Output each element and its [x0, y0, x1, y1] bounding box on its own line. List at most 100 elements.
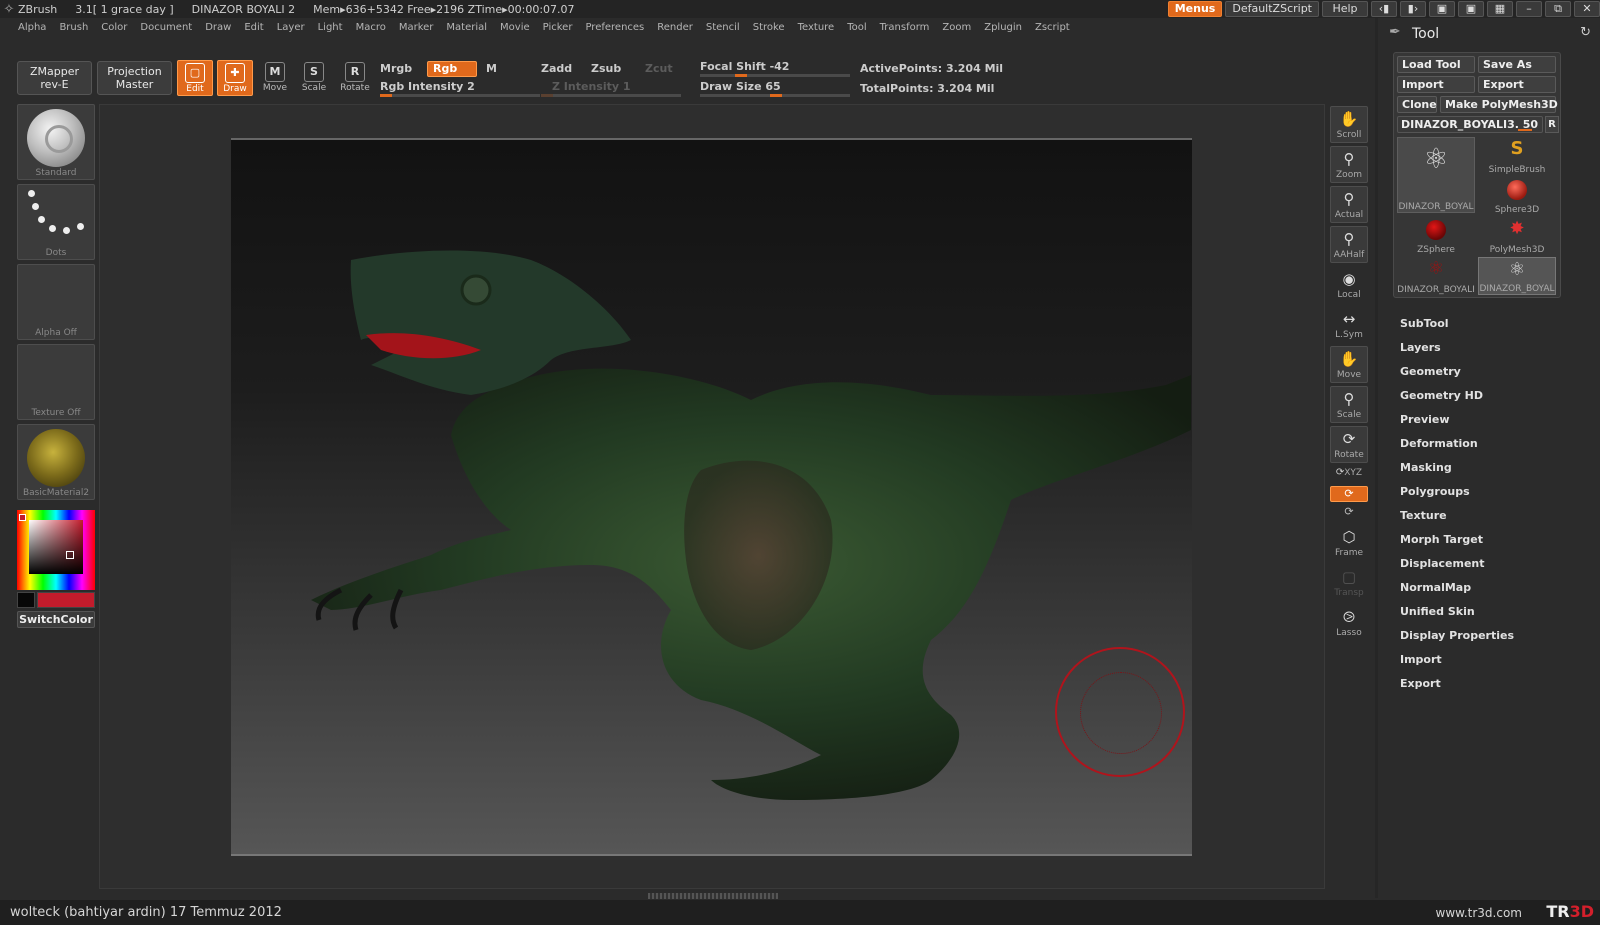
color-square[interactable] — [29, 520, 83, 574]
default-zscript-button[interactable]: DefaultZScript — [1225, 1, 1319, 17]
color-picker[interactable] — [17, 510, 95, 590]
menu-texture[interactable]: Texture — [798, 22, 835, 33]
z-intensity-slider[interactable]: Z Intensity 1 — [552, 80, 631, 93]
rgb-toggle[interactable]: Rgb — [427, 61, 477, 77]
lock-icon[interactable]: ▦ — [1487, 1, 1513, 17]
split-right-icon[interactable]: ▮› — [1400, 1, 1426, 17]
menu-movie[interactable]: Movie — [500, 22, 530, 33]
section-geometry[interactable]: Geometry — [1385, 360, 1595, 384]
menu-edit[interactable]: Edit — [244, 22, 263, 33]
section-unified-skin[interactable]: Unified Skin — [1385, 600, 1595, 624]
help-button[interactable]: Help — [1322, 1, 1368, 17]
tool-thumb-dinazor-3[interactable]: ⚛ DINAZOR_BOYAL — [1478, 257, 1556, 295]
tool-thumb-zsphere[interactable]: ZSphere — [1397, 217, 1475, 255]
layout-icon[interactable]: ▣ — [1429, 1, 1455, 17]
lasso-button[interactable]: ⧁ Lasso — [1330, 604, 1368, 641]
r-button[interactable]: R — [1545, 116, 1559, 133]
draw-size-slider[interactable]: Draw Size 65 — [700, 80, 781, 93]
tool-thumb-dinazor[interactable]: ⚛ DINAZOR_BOYAL — [1397, 137, 1475, 213]
section-masking[interactable]: Masking — [1385, 456, 1595, 480]
zmapper-button[interactable]: ZMapper rev-E — [17, 61, 92, 95]
menu-stencil[interactable]: Stencil — [706, 22, 740, 33]
menu-tool[interactable]: Tool — [847, 22, 866, 33]
rotate-view-button[interactable]: ⟳ Rotate — [1330, 426, 1368, 463]
transp-button[interactable]: ▢ Transp — [1330, 564, 1368, 601]
menu-picker[interactable]: Picker — [543, 22, 573, 33]
scale-button[interactable]: S Scale — [296, 60, 332, 96]
zoom-button[interactable]: ⚲ Zoom — [1330, 146, 1368, 183]
load-tool-button[interactable]: Load Tool — [1397, 56, 1475, 73]
menu-preferences[interactable]: Preferences — [585, 22, 644, 33]
save-as-button[interactable]: Save As — [1478, 56, 1556, 73]
section-geometry-hd[interactable]: Geometry HD — [1385, 384, 1595, 408]
rgb-intensity-slider[interactable]: Rgb Intensity 2 — [380, 80, 475, 93]
rotate-button[interactable]: R Rotate — [337, 60, 373, 96]
section-deformation[interactable]: Deformation — [1385, 432, 1595, 456]
section-displacement[interactable]: Displacement — [1385, 552, 1595, 576]
menus-button[interactable]: Menus — [1167, 1, 1223, 17]
lsym-button[interactable]: ↔ L.Sym — [1330, 306, 1368, 343]
mrgb-toggle[interactable]: Mrgb — [380, 62, 412, 75]
tool-thumb-polymesh3d[interactable]: ✸ PolyMesh3D — [1478, 217, 1556, 255]
clone-button[interactable]: Clone — [1397, 96, 1437, 113]
move-view-button[interactable]: ✋ Move — [1330, 346, 1368, 383]
split-left-icon[interactable]: ‹▮ — [1371, 1, 1397, 17]
scale-view-button[interactable]: ⚲ Scale — [1330, 386, 1368, 423]
menu-document[interactable]: Document — [140, 22, 192, 33]
section-export[interactable]: Export — [1385, 672, 1595, 696]
draw-button[interactable]: ✚ Draw — [217, 60, 253, 96]
color-marker[interactable] — [66, 551, 74, 559]
rgb-intensity-track[interactable] — [380, 94, 540, 97]
menu-macro[interactable]: Macro — [356, 22, 386, 33]
current-tool-slider[interactable]: DINAZOR_BOYALI3. 50 — [1397, 116, 1543, 133]
dinosaur-model[interactable] — [231, 140, 1192, 854]
tool-thumb-sphere3d[interactable]: Sphere3D — [1478, 177, 1556, 215]
menu-render[interactable]: Render — [657, 22, 693, 33]
section-texture[interactable]: Texture — [1385, 504, 1595, 528]
xyz-button[interactable]: ⟳XYZ — [1330, 466, 1368, 484]
section-import[interactable]: Import — [1385, 648, 1595, 672]
zsub-toggle[interactable]: Zsub — [591, 62, 621, 75]
material-slot[interactable]: BasicMaterial2 — [17, 424, 95, 500]
layout2-icon[interactable]: ▣ — [1458, 1, 1484, 17]
menu-stroke[interactable]: Stroke — [753, 22, 785, 33]
actual-button[interactable]: ⚲ Actual — [1330, 186, 1368, 223]
section-subtool[interactable]: SubTool — [1385, 312, 1595, 336]
menu-light[interactable]: Light — [318, 22, 343, 33]
scroll-button[interactable]: ✋ Scroll — [1330, 106, 1368, 143]
section-display-properties[interactable]: Display Properties — [1385, 624, 1595, 648]
tool-thumb-dinazor-2[interactable]: ⚛ DINAZOR_BOYALI — [1397, 257, 1475, 295]
make-polymesh-button[interactable]: Make PolyMesh3D — [1440, 96, 1558, 113]
refresh-icon[interactable]: ↻ — [1580, 25, 1591, 40]
menu-material[interactable]: Material — [446, 22, 487, 33]
menu-draw[interactable]: Draw — [205, 22, 231, 33]
section-preview[interactable]: Preview — [1385, 408, 1595, 432]
import-button[interactable]: Import — [1397, 76, 1475, 93]
section-polygroups[interactable]: Polygroups — [1385, 480, 1595, 504]
menu-alpha[interactable]: Alpha — [18, 22, 46, 33]
z-intensity-track[interactable] — [541, 94, 681, 97]
local-button[interactable]: ◉ Local — [1330, 266, 1368, 303]
aahalf-button[interactable]: ⚲ AAHalf — [1330, 226, 1368, 263]
axis-rotation-alt-toggle[interactable]: ⟳ — [1330, 504, 1368, 520]
focal-shift-track[interactable] — [700, 74, 850, 77]
edit-button[interactable]: ▢ Edit — [177, 60, 213, 96]
focal-shift-slider[interactable]: Focal Shift -42 — [700, 60, 789, 73]
secondary-color-swatch[interactable] — [17, 592, 35, 608]
hue-marker[interactable] — [19, 514, 26, 521]
frame-button[interactable]: ⬡ Frame — [1330, 524, 1368, 561]
switch-color-button[interactable]: SwitchColor — [17, 611, 95, 628]
menu-color[interactable]: Color — [101, 22, 127, 33]
canvas-resize-handle[interactable] — [648, 893, 778, 899]
projection-master-button[interactable]: Projection Master — [97, 61, 172, 95]
m-toggle[interactable]: M — [486, 62, 497, 75]
menu-transform[interactable]: Transform — [880, 22, 930, 33]
restore-icon[interactable]: ⧉ — [1545, 1, 1571, 17]
stroke-slot[interactable]: Dots — [17, 184, 95, 260]
menu-zscript[interactable]: Zscript — [1035, 22, 1070, 33]
section-morph-target[interactable]: Morph Target — [1385, 528, 1595, 552]
close-icon[interactable]: ✕ — [1574, 1, 1600, 17]
minimize-icon[interactable]: – — [1516, 1, 1542, 17]
draw-size-track[interactable] — [700, 94, 850, 97]
menu-marker[interactable]: Marker — [399, 22, 434, 33]
